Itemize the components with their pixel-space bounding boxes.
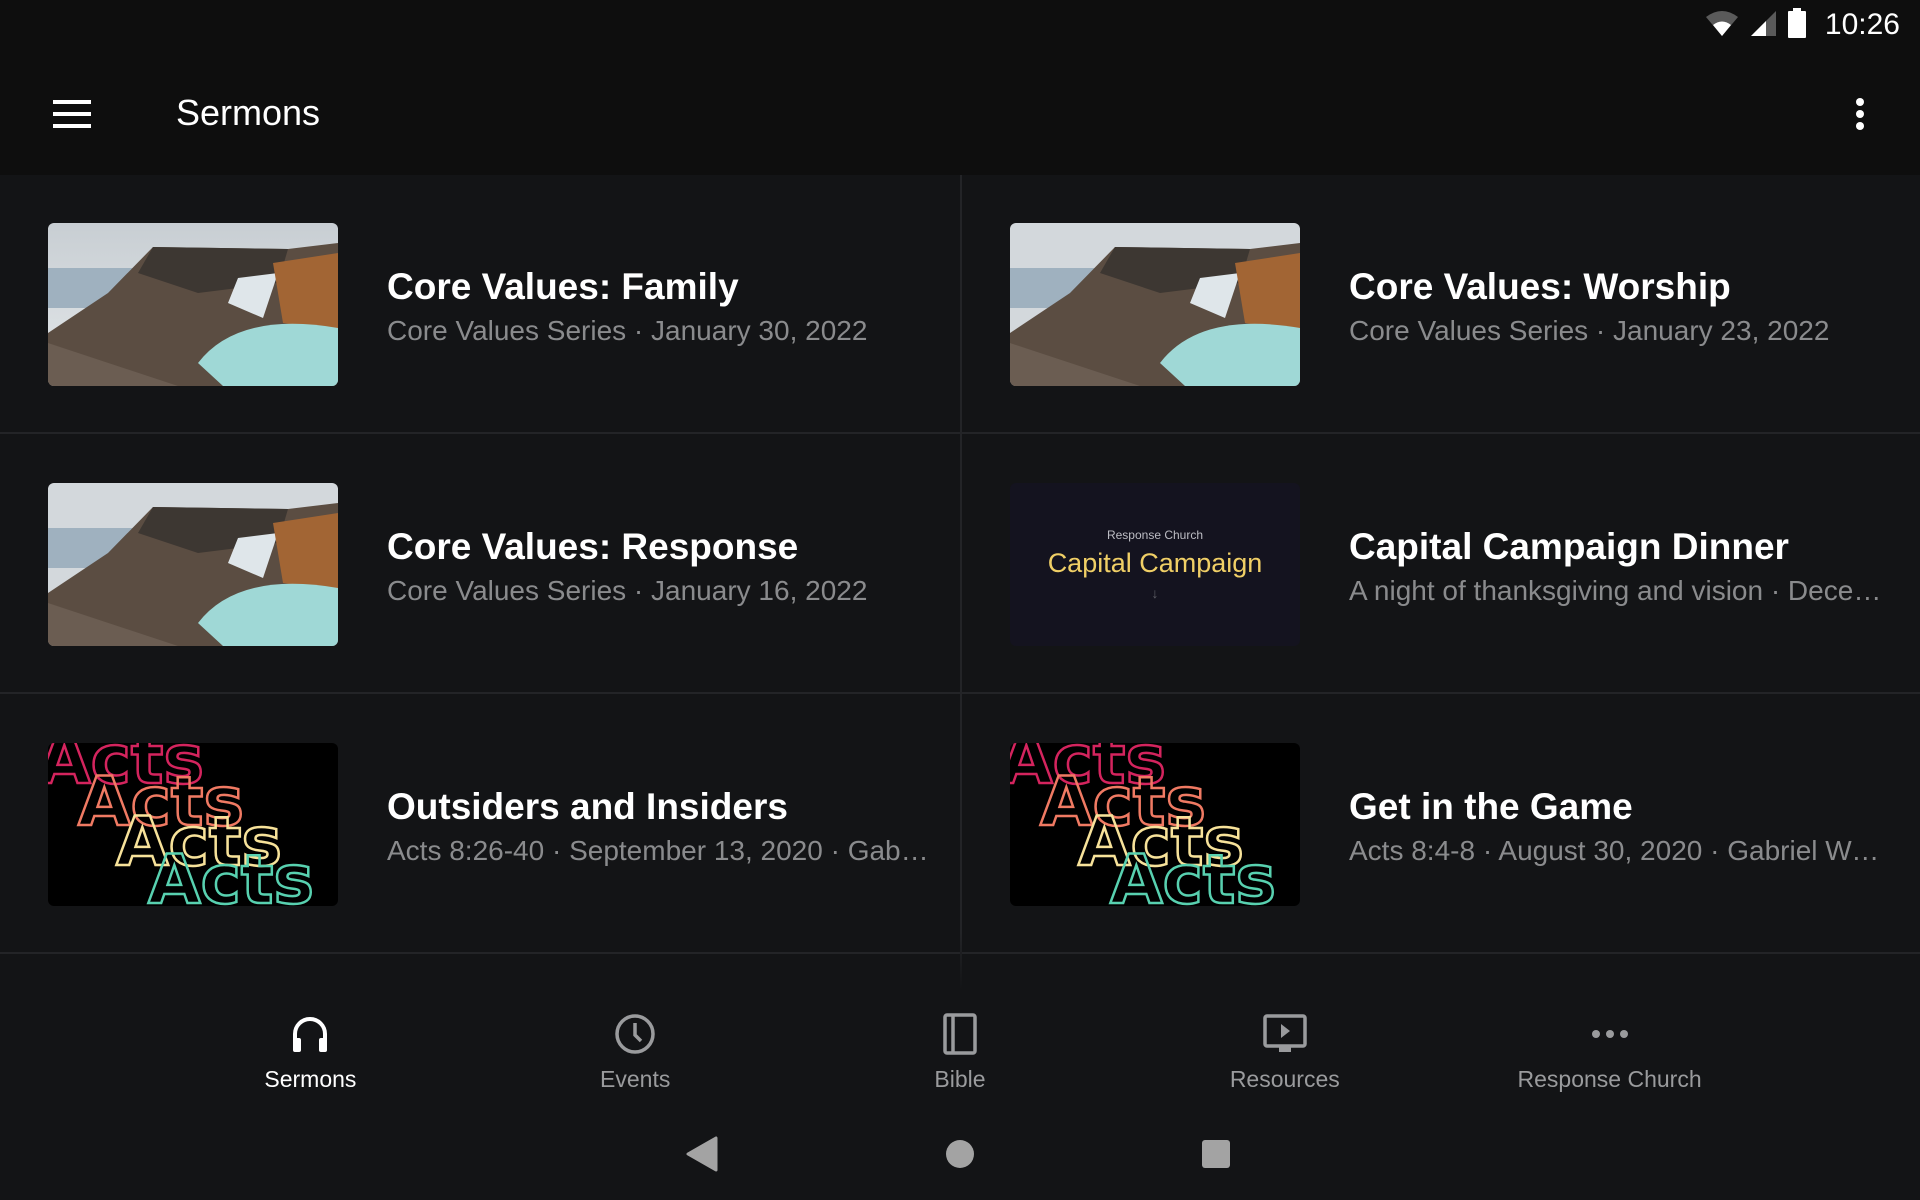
nav-tab-sermons[interactable]: Sermons bbox=[148, 990, 473, 1110]
sermon-thumbnail-landscape bbox=[1010, 223, 1300, 386]
sermon-thumbnail-acts: Acts Acts Acts Acts bbox=[48, 743, 338, 906]
hamburger-menu-icon bbox=[53, 99, 91, 133]
sermon-text: Core Values: Family Core Values Series ·… bbox=[387, 265, 930, 351]
sermon-subtitle: Acts 8:4-8 · August 30, 2020 · Gabriel W… bbox=[1349, 835, 1890, 866]
sermon-text: Core Values: Worship Core Values Series … bbox=[1349, 265, 1890, 351]
sermon-title: Core Values: Worship bbox=[1349, 266, 1731, 307]
acts-word-layer: Acts bbox=[1110, 841, 1276, 906]
sermon-list-item[interactable]: Core Values: Family Core Values Series ·… bbox=[0, 175, 960, 434]
sermon-subtitle: Core Values Series · January 23, 2022 bbox=[1349, 315, 1830, 346]
recents-button[interactable] bbox=[1192, 1132, 1240, 1180]
sermon-thumbnail-landscape bbox=[48, 483, 338, 646]
thumb-campaign-title: Capital Campaign bbox=[1047, 548, 1263, 578]
home-icon bbox=[944, 1138, 976, 1175]
sermon-title: Core Values: Response bbox=[387, 526, 799, 567]
arrow-down-icon: ↓ bbox=[1151, 585, 1159, 601]
sermon-list-item[interactable]: Acts Acts Acts Acts Get in the Game Acts 8:… bbox=[962, 695, 1920, 954]
nav-tab-resources[interactable]: Resources bbox=[1122, 990, 1447, 1110]
acts-word-layer: Acts bbox=[148, 841, 314, 906]
battery-icon bbox=[1787, 7, 1807, 43]
nav-tab-bible[interactable]: Bible bbox=[798, 990, 1123, 1110]
sermon-text: Core Values: Response Core Values Series… bbox=[387, 525, 930, 611]
sermon-thumbnail-capital-campaign: Response Church Capital Campaign ↓ bbox=[1010, 483, 1300, 646]
sermon-title: Capital Campaign Dinner bbox=[1349, 526, 1789, 567]
status-icons: 10:26 bbox=[1705, 7, 1900, 43]
clock-icon bbox=[611, 1010, 659, 1058]
book-icon bbox=[936, 1010, 984, 1058]
nav-label: Response Church bbox=[1517, 1066, 1702, 1092]
sermon-list-item[interactable]: Core Values: Response Core Values Series… bbox=[0, 435, 960, 694]
sermon-subtitle: A night of thanksgiving and vision · Dec… bbox=[1349, 575, 1890, 606]
sermon-title: Core Values: Family bbox=[387, 266, 739, 307]
sermon-thumbnail-acts: Acts Acts Acts Acts bbox=[1010, 743, 1300, 906]
back-button[interactable] bbox=[678, 1132, 726, 1180]
headphones-icon bbox=[286, 1010, 334, 1058]
sermon-list-item[interactable]: Core Values: Worship Core Values Series … bbox=[962, 175, 1920, 434]
sermon-subtitle: Core Values Series · January 16, 2022 bbox=[387, 575, 868, 606]
home-button[interactable] bbox=[936, 1132, 984, 1180]
more-horiz-icon bbox=[1586, 1010, 1634, 1058]
bottom-navigation: Sermons Events Bible Resources Response … bbox=[0, 990, 1920, 1110]
sermon-text: Capital Campaign Dinner A night of thank… bbox=[1349, 525, 1890, 611]
status-bar: 10:26 bbox=[0, 0, 1920, 60]
sermon-text: Get in the Game Acts 8:4-8 · August 30, … bbox=[1349, 785, 1890, 871]
nav-label: Sermons bbox=[264, 1066, 357, 1092]
acts-series-graphic: ActsActsActsActs bbox=[48, 743, 315, 906]
crater-lake-image bbox=[48, 483, 338, 646]
nav-label: Events bbox=[600, 1066, 671, 1092]
wifi-icon bbox=[1705, 9, 1739, 42]
tv-play-icon bbox=[1261, 1010, 1309, 1058]
menu-button[interactable] bbox=[36, 86, 108, 146]
nav-label: Bible bbox=[934, 1066, 986, 1092]
sermon-subtitle: Acts 8:26-40 · September 13, 2020 · Gabr… bbox=[387, 835, 930, 866]
more-vert-icon bbox=[1855, 97, 1865, 136]
nav-label: Resources bbox=[1229, 1066, 1340, 1092]
recents-icon bbox=[1200, 1138, 1232, 1175]
overflow-menu-button[interactable] bbox=[1830, 86, 1890, 146]
status-time: 10:26 bbox=[1824, 8, 1900, 41]
sermon-subtitle: Core Values Series · January 30, 2022 bbox=[387, 315, 868, 346]
cell-signal-icon bbox=[1749, 9, 1777, 42]
system-navigation-bar bbox=[0, 1110, 1920, 1200]
acts-series-graphic: ActsActsActsActs bbox=[1010, 743, 1277, 906]
page-title: Sermons bbox=[176, 92, 321, 133]
nav-tab-events[interactable]: Events bbox=[473, 990, 798, 1110]
crater-lake-image bbox=[1010, 223, 1300, 386]
sermon-title: Outsiders and Insiders bbox=[387, 786, 788, 827]
sermon-list-item[interactable]: Acts Acts Acts Acts Outsiders and Insiders … bbox=[0, 695, 960, 954]
sermon-text: Outsiders and Insiders Acts 8:26-40 · Se… bbox=[387, 785, 930, 871]
app-bar: Sermons bbox=[0, 60, 1920, 175]
nav-tab-response-church[interactable]: Response Church bbox=[1447, 990, 1772, 1110]
sermon-title: Get in the Game bbox=[1349, 786, 1633, 827]
sermon-thumbnail-landscape bbox=[48, 223, 338, 386]
thumb-church-name: Response Church bbox=[1106, 528, 1204, 542]
crater-lake-image bbox=[48, 223, 338, 386]
sermon-list: Core Values: Family Core Values Series ·… bbox=[0, 175, 1920, 990]
back-icon bbox=[686, 1136, 718, 1177]
sermon-list-item[interactable]: Response Church Capital Campaign ↓ Capit… bbox=[962, 435, 1920, 694]
